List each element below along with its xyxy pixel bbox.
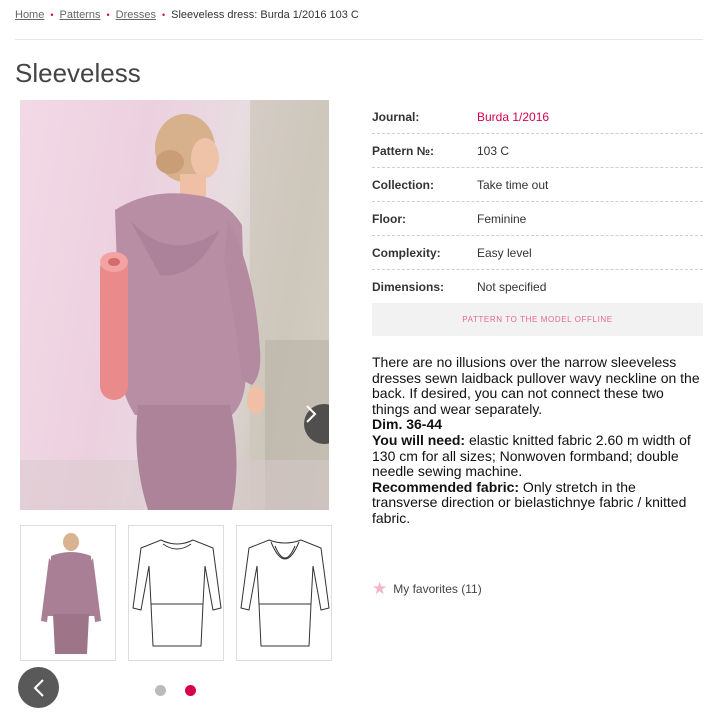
pagination-dot-1[interactable] [155, 685, 166, 696]
thumbnail-back-sketch[interactable] [236, 525, 332, 661]
detail-value: Easy level [477, 245, 532, 260]
woman-in-dress-photo[interactable] [20, 100, 329, 510]
detail-label: Collection: [372, 177, 434, 192]
detail-value: 103 C [477, 143, 510, 158]
header-divider [15, 39, 703, 40]
detail-label: Dimensions: [372, 279, 445, 294]
description-intro: There are no illusions over the narrow s… [372, 354, 700, 417]
detail-row-pattern-number: Pattern №: 103 C [372, 134, 703, 168]
detail-row-dimensions: Dimensions: Not specified [372, 270, 703, 304]
breadcrumb-separator: • [161, 10, 166, 20]
chevron-left-icon [33, 678, 44, 697]
breadcrumb-separator: • [106, 10, 110, 20]
gallery-pagination [155, 685, 196, 696]
detail-label: Pattern №: [372, 143, 435, 158]
breadcrumb-patterns-link[interactable]: Patterns [60, 9, 101, 21]
detail-value: Not specified [477, 279, 547, 294]
pattern-offline-button[interactable]: PATTERN TO THE MODEL OFFLINE [372, 303, 703, 336]
page-title: Sleeveless [15, 58, 141, 88]
breadcrumb-separator: • [50, 10, 54, 20]
detail-row-complexity: Complexity: Easy level [372, 236, 703, 270]
dress-back-sketch-icon [240, 539, 330, 647]
detail-label: Journal: [372, 109, 420, 124]
detail-label: Floor: [372, 211, 406, 226]
pattern-description: There are no illusions over the narrow s… [372, 354, 703, 527]
breadcrumb: Home • Patterns • Dresses • Sleeveless d… [15, 9, 359, 21]
chevron-right-icon [306, 405, 317, 423]
photo-illustration [20, 100, 329, 510]
star-icon[interactable]: ★ [372, 580, 387, 597]
recommended-fabric-label: Recommended fabric: [372, 478, 520, 495]
detail-value: Feminine [477, 211, 527, 226]
prev-image-button[interactable] [18, 667, 59, 708]
detail-label: Complexity: [372, 245, 441, 260]
detail-row-floor: Floor: Feminine [372, 202, 703, 236]
journal-link[interactable]: Burda 1/2016 [477, 110, 549, 124]
pattern-details: Journal: Burda 1/2016 Pattern №: 103 C C… [372, 100, 703, 304]
detail-row-journal: Journal: Burda 1/2016 [372, 100, 703, 134]
detail-row-collection: Collection: Take time out [372, 168, 703, 202]
favorites[interactable]: ★ My favorites (11) [372, 580, 482, 597]
dress-photo-thumbnail-icon [41, 533, 101, 654]
pagination-dot-2-active[interactable] [185, 685, 196, 696]
breadcrumb-home-link[interactable]: Home [15, 9, 44, 21]
breadcrumb-current: Sleeveless dress: Burda 1/2016 103 C [171, 9, 359, 21]
dress-front-sketch-icon [132, 539, 222, 647]
dimensions-label: Dim. 36-44 [372, 416, 443, 433]
breadcrumb-dresses-link[interactable]: Dresses [116, 9, 156, 21]
thumbnail-dress-photo[interactable] [20, 525, 116, 661]
detail-value: Take time out [477, 177, 549, 192]
thumbnail-front-sketch[interactable] [128, 525, 224, 661]
you-will-need-label: You will need: [372, 431, 466, 448]
favorites-label[interactable]: My favorites (11) [393, 582, 481, 596]
